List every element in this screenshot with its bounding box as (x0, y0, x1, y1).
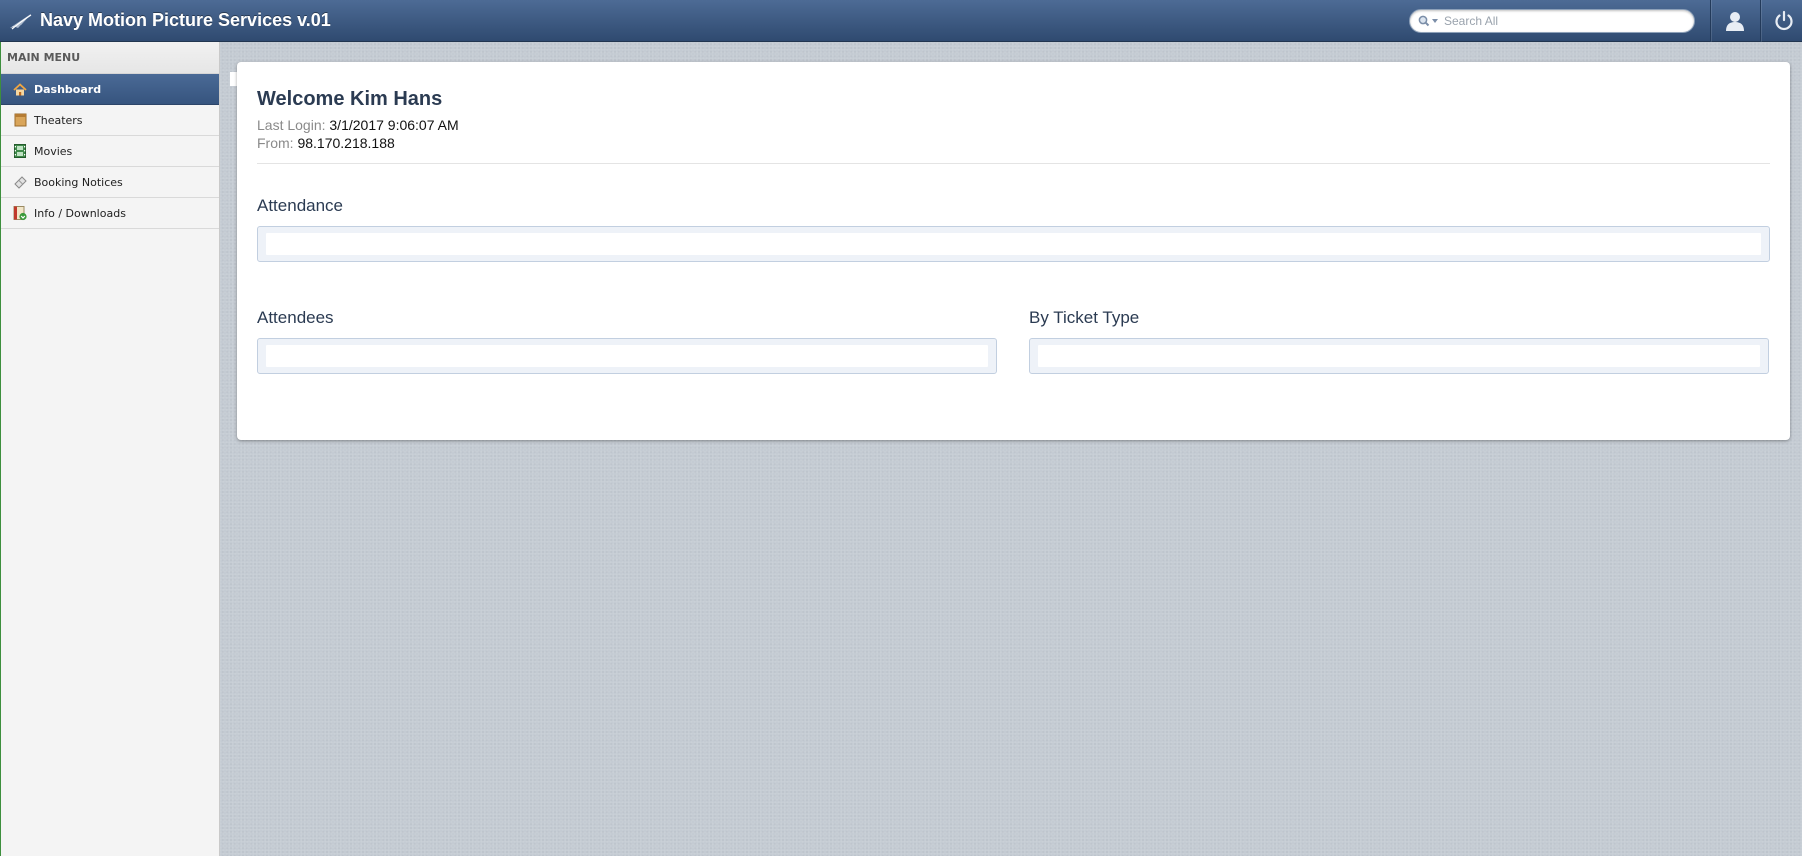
search-icon[interactable] (1414, 10, 1444, 32)
from-label: From: (257, 135, 294, 151)
sidebar-item-booking-notices[interactable]: Booking Notices (1, 167, 219, 198)
by-ticket-type-chart-area (1038, 345, 1760, 367)
last-login-label: Last Login: (257, 117, 326, 133)
sidebar-item-info-downloads[interactable]: Info / Downloads (1, 198, 219, 229)
sidebar-item-label: Booking Notices (34, 175, 123, 189)
main-menu-header: MAIN MENU (1, 42, 219, 74)
ticket-icon (12, 174, 28, 190)
by-ticket-type-title: By Ticket Type (1029, 308, 1140, 327)
search-box[interactable] (1409, 9, 1695, 33)
header-divider (257, 163, 1770, 164)
attendance-chart-area (266, 233, 1761, 255)
topbar-divider (1760, 0, 1761, 42)
sidebar-item-label: Info / Downloads (34, 206, 126, 220)
from-ip-line: From: 98.170.218.188 (257, 135, 395, 151)
attendance-title: Attendance (257, 196, 344, 215)
attendance-chart-container (257, 226, 1770, 262)
sidebar-item-label: Dashboard (34, 82, 102, 96)
attendees-chart-area (266, 345, 988, 367)
sidebar-item-movies[interactable]: Movies (1, 136, 219, 167)
attendees-chart-container (257, 338, 997, 374)
sidebar-item-label: Movies (34, 144, 73, 158)
sidebar-item-dashboard[interactable]: Dashboard (1, 74, 219, 105)
sidebar-item-theaters[interactable]: Theaters (1, 105, 219, 136)
logout-button[interactable] (1764, 0, 1802, 42)
topbar-divider (1710, 0, 1711, 42)
top-bar: Navy Motion Picture Services v.01 (0, 0, 1802, 42)
power-icon (1775, 10, 1793, 31)
film-icon (12, 143, 28, 159)
user-icon (1726, 12, 1744, 31)
attendees-title: Attendees (257, 308, 334, 327)
sidebar-item-label: Theaters (34, 113, 83, 127)
sidebar: MAIN MENU Dashboard Theaters Movies Book… (0, 42, 220, 856)
search-input[interactable] (1444, 11, 1684, 31)
user-profile-button[interactable] (1715, 0, 1755, 42)
theater-icon (12, 112, 28, 128)
home-icon (12, 81, 28, 97)
last-login-value: 3/1/2017 9:06:07 AM (329, 117, 459, 133)
from-ip-value: 98.170.218.188 (297, 135, 395, 151)
dashboard-panel: Welcome Kim Hans Last Login: 3/1/2017 9:… (237, 62, 1790, 440)
last-login-line: Last Login: 3/1/2017 9:06:07 AM (257, 117, 459, 133)
download-icon (12, 205, 28, 221)
by-ticket-type-chart-container (1029, 338, 1769, 374)
welcome-heading: Welcome Kim Hans (257, 88, 443, 110)
app-title: Navy Motion Picture Services v.01 (40, 10, 331, 30)
app-logo-icon[interactable] (8, 8, 34, 34)
